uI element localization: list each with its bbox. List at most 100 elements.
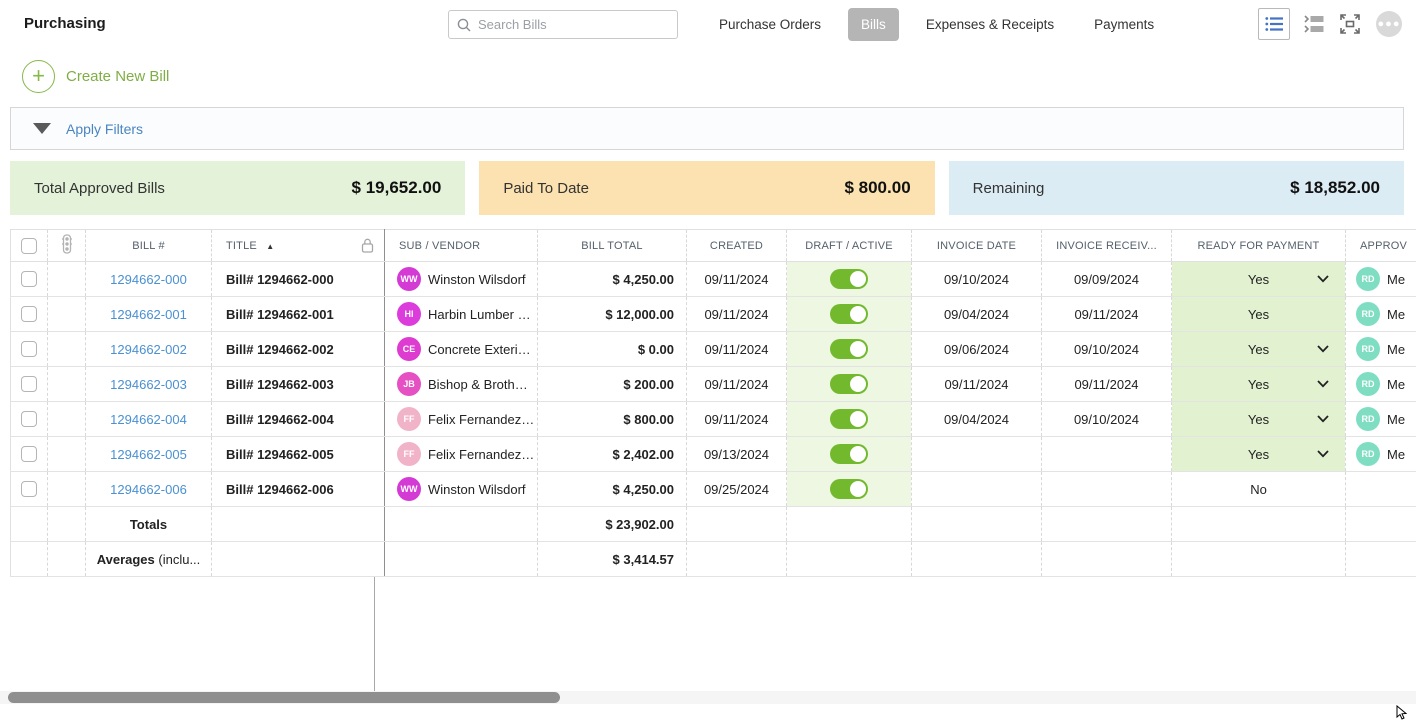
table-row: 1294662-006 Bill# 1294662-006 WW Winston… xyxy=(11,472,1416,507)
table-header-row: BILL # TITLE ▲ SUB / VENDOR BILL TOTAL C… xyxy=(11,230,1416,262)
draft-active-toggle[interactable] xyxy=(830,304,868,324)
mouse-cursor xyxy=(1396,705,1408,721)
bill-title: Bill# 1294662-005 xyxy=(212,437,385,472)
col-header-created[interactable]: CREATED xyxy=(687,230,787,262)
more-options-button[interactable]: ●●● xyxy=(1376,11,1402,37)
row-checkbox[interactable] xyxy=(21,376,37,392)
vendor-cell: JB Bishop & Broth… xyxy=(385,372,537,396)
select-all-checkbox[interactable] xyxy=(21,238,37,254)
ready-cell[interactable]: Yes xyxy=(1172,262,1346,297)
draft-active-toggle[interactable] xyxy=(830,444,868,464)
col-header-approver[interactable]: APPROV xyxy=(1346,230,1416,262)
draft-active-toggle[interactable] xyxy=(830,479,868,499)
col-header-bill-total[interactable]: BILL TOTAL xyxy=(538,230,687,262)
chevron-down-icon xyxy=(1317,275,1329,283)
invoice-received-date: 09/11/2024 xyxy=(1042,297,1172,332)
created-date: 09/25/2024 xyxy=(687,472,787,507)
search-box[interactable] xyxy=(448,10,678,39)
invoice-date: 09/04/2024 xyxy=(912,297,1042,332)
draft-active-toggle[interactable] xyxy=(830,409,868,429)
traffic-light-icon xyxy=(60,234,74,254)
list-view-button[interactable] xyxy=(1258,8,1290,40)
vendor-avatar: CE xyxy=(397,337,421,361)
approver-avatar: RD xyxy=(1356,442,1380,466)
approver-avatar: RD xyxy=(1356,337,1380,361)
tab-payments[interactable]: Payments xyxy=(1081,8,1167,41)
created-date: 09/11/2024 xyxy=(687,402,787,437)
col-header-draft-active[interactable]: DRAFT / ACTIVE xyxy=(787,230,912,262)
bill-number-link[interactable]: 1294662-006 xyxy=(110,482,187,497)
col-header-bill-no[interactable]: BILL # xyxy=(86,230,212,262)
bill-number-link[interactable]: 1294662-005 xyxy=(110,447,187,462)
bill-number-link[interactable]: 1294662-001 xyxy=(110,307,187,322)
ellipsis-icon: ●●● xyxy=(1378,18,1401,30)
apply-filters-bar[interactable]: Apply Filters xyxy=(10,107,1404,150)
col-header-invoice-received[interactable]: INVOICE RECEIV... xyxy=(1042,230,1172,262)
ready-cell[interactable]: No xyxy=(1172,472,1346,507)
invoice-date xyxy=(912,437,1042,472)
vendor-avatar: FF xyxy=(397,407,421,431)
bill-number-link[interactable]: 1294662-004 xyxy=(110,412,187,427)
averages-label: Averages (inclu... xyxy=(86,542,212,577)
table-row: 1294662-000 Bill# 1294662-000 WW Winston… xyxy=(11,262,1416,297)
table-row: 1294662-004 Bill# 1294662-004 FF Felix F… xyxy=(11,402,1416,437)
ready-cell[interactable]: Yes xyxy=(1172,332,1346,367)
draft-active-toggle[interactable] xyxy=(830,339,868,359)
vendor-cell: WW Winston Wilsdorf xyxy=(385,267,537,291)
ready-value: Yes xyxy=(1248,447,1269,462)
table-row: 1294662-002 Bill# 1294662-002 CE Concret… xyxy=(11,332,1416,367)
scrollbar-thumb[interactable] xyxy=(8,692,560,703)
tab-expenses-receipts[interactable]: Expenses & Receipts xyxy=(913,8,1067,41)
row-checkbox[interactable] xyxy=(21,481,37,497)
total-approved-bills-card: Total Approved Bills $ 19,652.00 xyxy=(10,161,465,215)
approver-avatar: RD xyxy=(1356,267,1380,291)
created-date: 09/11/2024 xyxy=(687,332,787,367)
vendor-avatar: WW xyxy=(397,477,421,501)
row-checkbox[interactable] xyxy=(21,341,37,357)
ready-cell[interactable]: Yes xyxy=(1172,402,1346,437)
approver-wrap: RD Me xyxy=(1346,442,1416,466)
invoice-date xyxy=(912,472,1042,507)
approver-name: Me xyxy=(1387,272,1405,287)
col-header-title[interactable]: TITLE ▲ xyxy=(212,230,385,262)
approver-avatar: RD xyxy=(1356,407,1380,431)
vendor-cell: CE Concrete Exteri… xyxy=(385,337,537,361)
bill-number-link[interactable]: 1294662-000 xyxy=(110,272,187,287)
approver-avatar: RD xyxy=(1356,302,1380,326)
row-checkbox[interactable] xyxy=(21,271,37,287)
approver-wrap: RD Me xyxy=(1346,267,1416,291)
create-new-bill-button[interactable]: + Create New Bill xyxy=(22,60,169,93)
ready-value: Yes xyxy=(1248,342,1269,357)
bill-total: $ 4,250.00 xyxy=(538,472,687,507)
col-header-invoice-date[interactable]: INVOICE DATE xyxy=(912,230,1042,262)
col-header-sub-vendor[interactable]: SUB / VENDOR xyxy=(385,230,538,262)
lock-icon xyxy=(361,238,374,253)
view-controls: ●●● xyxy=(1258,8,1402,40)
bill-title: Bill# 1294662-001 xyxy=(212,297,385,332)
grouped-view-button[interactable] xyxy=(1304,15,1324,33)
bill-number-link[interactable]: 1294662-003 xyxy=(110,377,187,392)
ready-cell[interactable]: Yes xyxy=(1172,367,1346,402)
draft-active-toggle[interactable] xyxy=(830,269,868,289)
card-value: $ 18,852.00 xyxy=(1290,178,1380,198)
approver-wrap: RD Me xyxy=(1346,337,1416,361)
col-header-ready-for-payment[interactable]: READY FOR PAYMENT xyxy=(1172,230,1346,262)
expand-button[interactable] xyxy=(1338,12,1362,36)
approver-name: Me xyxy=(1387,412,1405,427)
bill-number-link[interactable]: 1294662-002 xyxy=(110,342,187,357)
vendor-name: Harbin Lumber … xyxy=(428,307,531,322)
top-bar: Purchasing Purchase Orders Bills Expense… xyxy=(0,0,1416,48)
row-checkbox[interactable] xyxy=(21,306,37,322)
horizontal-scrollbar[interactable] xyxy=(0,691,1416,704)
vendor-name: Winston Wilsdorf xyxy=(428,272,526,287)
ready-value: Yes xyxy=(1248,377,1269,392)
row-checkbox[interactable] xyxy=(21,411,37,427)
draft-active-toggle[interactable] xyxy=(830,374,868,394)
search-input[interactable] xyxy=(478,17,669,32)
tab-bills[interactable]: Bills xyxy=(848,8,899,41)
approver-avatar: RD xyxy=(1356,372,1380,396)
ready-cell[interactable]: Yes xyxy=(1172,437,1346,472)
ready-cell[interactable]: Yes xyxy=(1172,297,1346,332)
row-checkbox[interactable] xyxy=(21,446,37,462)
tab-purchase-orders[interactable]: Purchase Orders xyxy=(706,8,834,41)
